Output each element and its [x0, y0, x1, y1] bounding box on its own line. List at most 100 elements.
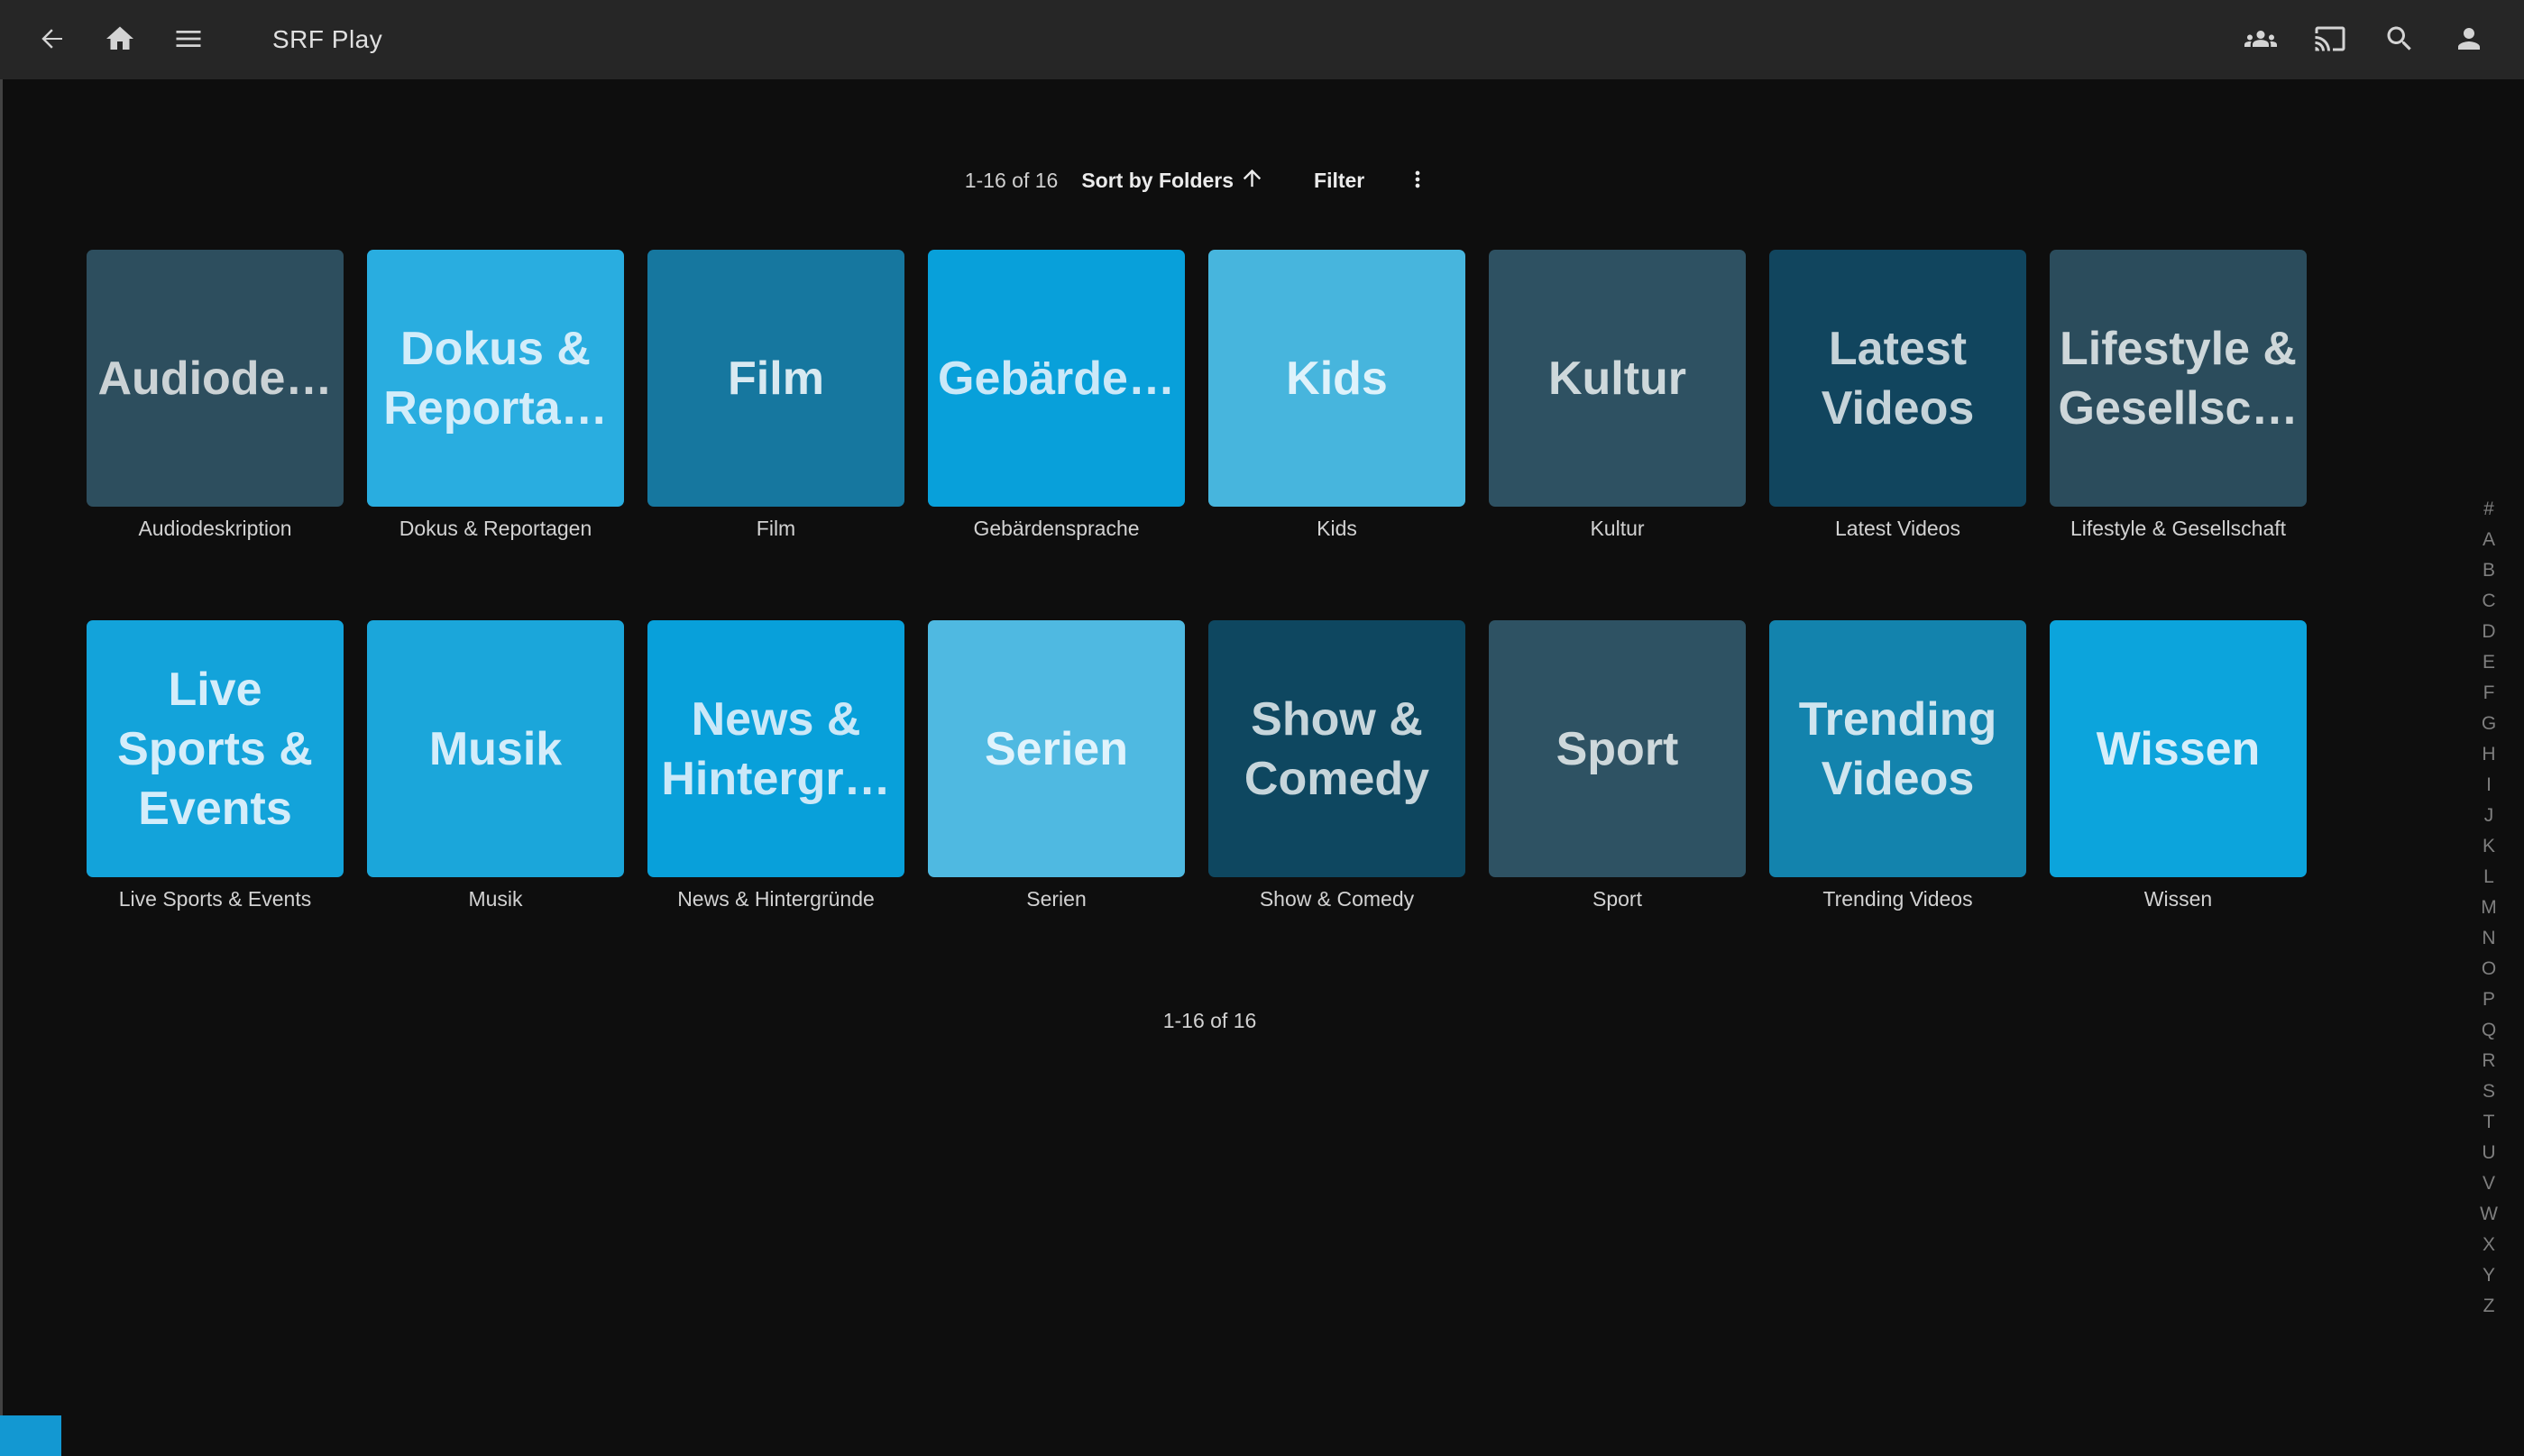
library-grid: Audiode… Audiodeskription Dokus & Report…: [0, 250, 2524, 913]
folder-tile: Gebärde…: [928, 250, 1185, 507]
folder-card-1[interactable]: Audiode… Audiodeskription: [87, 250, 344, 543]
folder-label: Sport: [1489, 887, 1746, 913]
filter-button[interactable]: Filter: [1314, 169, 1364, 193]
menu-button[interactable]: [171, 23, 206, 57]
alpha-letter-K[interactable]: K: [2466, 831, 2511, 862]
folder-tile-title: Sport: [1556, 719, 1679, 779]
folder-tile: News & Hintergr…: [647, 620, 904, 877]
alpha-letter-J[interactable]: J: [2466, 801, 2511, 831]
app-bar-left-group: SRF Play: [34, 23, 382, 57]
folder-label: Kultur: [1489, 517, 1746, 543]
item-count: 1-16 of 16: [965, 169, 1059, 193]
folder-card-8[interactable]: Lifestyle & Gesellsc… Lifestyle & Gesell…: [2050, 250, 2307, 543]
folder-tile-title: Lifestyle & Gesellsc…: [2059, 319, 2299, 438]
folder-tile-title: News & Hintergr…: [661, 690, 890, 809]
home-button[interactable]: [103, 23, 137, 57]
arrow-up-icon: [1234, 165, 1265, 197]
folder-tile: Trending Videos: [1769, 620, 2026, 877]
folder-tile-title: Musik: [429, 719, 562, 779]
folder-card-14[interactable]: Sport Sport: [1489, 620, 1746, 913]
folder-card-4[interactable]: Gebärde… Gebärdensprache: [928, 250, 1185, 543]
alpha-letter-Z[interactable]: Z: [2466, 1291, 2511, 1322]
alpha-letter-H[interactable]: H: [2466, 739, 2511, 770]
alpha-letter-F[interactable]: F: [2466, 678, 2511, 709]
folder-tile-title: Audiode…: [98, 349, 333, 408]
folder-card-11[interactable]: News & Hintergr… News & Hintergründe: [647, 620, 904, 913]
folder-card-16[interactable]: Wissen Wissen: [2050, 620, 2307, 913]
alpha-letter-Q[interactable]: Q: [2466, 1015, 2511, 1046]
alpha-letter-U[interactable]: U: [2466, 1138, 2511, 1168]
alpha-letter-N[interactable]: N: [2466, 923, 2511, 954]
footer-item-count: 1-16 of 16: [0, 1009, 2472, 1033]
folder-label: Lifestyle & Gesellschaft: [2050, 517, 2307, 543]
alpha-letter-X[interactable]: X: [2466, 1230, 2511, 1260]
syncplay-button[interactable]: [2244, 23, 2278, 57]
folder-label: Gebärdensprache: [928, 517, 1185, 543]
sort-button-label: Sort by Folders: [1081, 169, 1234, 193]
folder-card-9[interactable]: Live Sports & Events Live Sports & Event…: [87, 620, 344, 913]
folder-card-5[interactable]: Kids Kids: [1208, 250, 1465, 543]
folder-card-6[interactable]: Kultur Kultur: [1489, 250, 1746, 543]
folder-tile: Live Sports & Events: [87, 620, 344, 877]
folder-card-13[interactable]: Show & Comedy Show & Comedy: [1208, 620, 1465, 913]
cast-icon: [2314, 23, 2346, 58]
alpha-letter-#[interactable]: #: [2466, 494, 2511, 525]
folder-card-3[interactable]: Film Film: [647, 250, 904, 543]
folder-card-15[interactable]: Trending Videos Trending Videos: [1769, 620, 2026, 913]
search-icon: [2383, 23, 2416, 58]
alpha-letter-Y[interactable]: Y: [2466, 1260, 2511, 1291]
alpha-letter-P[interactable]: P: [2466, 984, 2511, 1015]
folder-tile: Wissen: [2050, 620, 2307, 877]
filter-button-label: Filter: [1314, 169, 1364, 193]
alpha-letter-D[interactable]: D: [2466, 617, 2511, 647]
folder-card-7[interactable]: Latest Videos Latest Videos: [1769, 250, 2026, 543]
folder-label: Musik: [367, 887, 624, 913]
folder-tile: Musik: [367, 620, 624, 877]
alpha-letter-W[interactable]: W: [2466, 1199, 2511, 1230]
folder-card-2[interactable]: Dokus & Reporta… Dokus & Reportagen: [367, 250, 624, 543]
alpha-letter-R[interactable]: R: [2466, 1046, 2511, 1076]
library-page: 1-16 of 16 Sort by Folders Filter Audiod…: [0, 165, 2524, 1033]
folder-tile-title: Latest Videos: [1822, 319, 1975, 438]
alpha-letter-G[interactable]: G: [2466, 709, 2511, 739]
alpha-picker: #ABCDEFGHIJKLMNOPQRSTUVWXYZ: [2466, 494, 2511, 1322]
person-icon: [2453, 23, 2485, 58]
folder-tile-title: Serien: [985, 719, 1128, 779]
search-button[interactable]: [2382, 23, 2417, 57]
sort-button[interactable]: Sort by Folders: [1081, 165, 1265, 197]
folder-tile: Lifestyle & Gesellsc…: [2050, 250, 2307, 507]
alpha-letter-S[interactable]: S: [2466, 1076, 2511, 1107]
folder-label: Dokus & Reportagen: [367, 517, 624, 543]
folder-tile: Kids: [1208, 250, 1465, 507]
folder-tile-title: Show & Comedy: [1244, 690, 1429, 809]
folder-card-12[interactable]: Serien Serien: [928, 620, 1185, 913]
alpha-letter-E[interactable]: E: [2466, 647, 2511, 678]
sort-toolbar: 1-16 of 16 Sort by Folders Filter: [0, 165, 2461, 196]
folder-label: Show & Comedy: [1208, 887, 1465, 913]
cast-button[interactable]: [2313, 23, 2347, 57]
folder-label: Latest Videos: [1769, 517, 2026, 543]
app-bar: SRF Play: [0, 0, 2524, 79]
alpha-letter-M[interactable]: M: [2466, 893, 2511, 923]
app-bar-right-group: [2244, 23, 2486, 57]
folder-tile: Serien: [928, 620, 1185, 877]
alpha-letter-V[interactable]: V: [2466, 1168, 2511, 1199]
more-menu-button[interactable]: [1402, 165, 1433, 196]
alpha-letter-B[interactable]: B: [2466, 555, 2511, 586]
folder-label: Serien: [928, 887, 1185, 913]
alpha-letter-C[interactable]: C: [2466, 586, 2511, 617]
back-button[interactable]: [34, 23, 69, 57]
kebab-menu-icon: [1405, 167, 1430, 195]
alpha-letter-T[interactable]: T: [2466, 1107, 2511, 1138]
folder-tile-title: Dokus & Reporta…: [383, 319, 607, 438]
folder-tile-title: Film: [728, 349, 824, 408]
page-title: SRF Play: [272, 25, 382, 54]
folder-tile: Show & Comedy: [1208, 620, 1465, 877]
alpha-letter-I[interactable]: I: [2466, 770, 2511, 801]
folder-tile-title: Trending Videos: [1799, 690, 1997, 809]
alpha-letter-O[interactable]: O: [2466, 954, 2511, 984]
user-button[interactable]: [2452, 23, 2486, 57]
folder-card-10[interactable]: Musik Musik: [367, 620, 624, 913]
alpha-letter-L[interactable]: L: [2466, 862, 2511, 893]
alpha-letter-A[interactable]: A: [2466, 525, 2511, 555]
